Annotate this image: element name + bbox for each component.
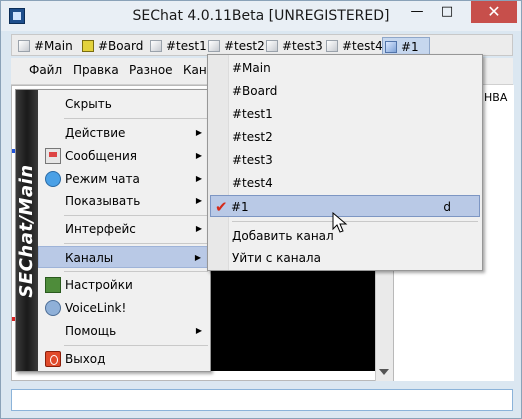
menu-item-interface[interactable]: Интерфейс ▶ xyxy=(38,218,210,240)
voicelink-icon xyxy=(45,300,61,316)
channel-item-label: #test4 xyxy=(232,176,273,190)
menu-separator xyxy=(64,215,208,216)
menu-item-label: Добавить канал xyxy=(232,229,334,243)
main-menu: SEChat/Main Скрыть Действие ▶ Сообщения … xyxy=(15,89,211,372)
menu-item-label: Интерфейс xyxy=(65,222,136,236)
tab-test2[interactable]: #test2 xyxy=(206,37,265,55)
menu-edit[interactable]: Правка xyxy=(73,63,119,77)
channel-item-label: #test3 xyxy=(232,153,273,167)
title-bar[interactable]: SEChat 4.0.11Beta [UNREGISTERED] — □ ✕ xyxy=(1,1,521,31)
menu-item-label: Помощь xyxy=(65,324,117,338)
settings-icon xyxy=(45,277,61,293)
chat-mode-icon xyxy=(45,171,61,187)
channel-item-label: #Main xyxy=(232,61,271,75)
channel-tabs: #Main #Board #test1 #test2 #test3 #test4… xyxy=(11,34,513,56)
chat-log[interactable] xyxy=(211,263,375,371)
menu-separator xyxy=(64,345,208,346)
channel-icon xyxy=(326,40,338,52)
menu-item-label: Действие xyxy=(65,126,126,140)
channel-item-board[interactable]: #Board xyxy=(210,80,480,102)
tab-label: #Board xyxy=(98,39,144,53)
menu-item-help[interactable]: Помощь ▶ xyxy=(38,320,210,342)
mouse-cursor-icon xyxy=(332,212,348,233)
submenu-arrow-icon: ▶ xyxy=(195,224,202,233)
tab-board[interactable]: #Board xyxy=(80,37,143,55)
menu-item-voicelink[interactable]: VoiceLink! xyxy=(38,297,210,319)
submenu-arrow-icon: ▶ xyxy=(195,326,202,335)
menu-item-chat-mode[interactable]: Режим чата ▶ xyxy=(38,168,210,190)
menu-item-label: Уйти с канала xyxy=(232,251,321,265)
leave-channel-item[interactable]: Уйти с канала xyxy=(210,247,480,269)
submenu-arrow-icon: ▶ xyxy=(195,196,202,205)
menu-item-hide[interactable]: Скрыть xyxy=(38,93,210,115)
messages-icon xyxy=(45,148,61,164)
channel-item-label: #1 xyxy=(231,200,249,214)
user-list-header: НВА xyxy=(484,91,508,104)
channel-icon xyxy=(150,40,162,52)
tab-label: #test4 xyxy=(342,39,383,53)
menu-item-action[interactable]: Действие ▶ xyxy=(38,122,210,144)
exit-icon xyxy=(45,351,61,367)
channel-item-label: #test1 xyxy=(232,107,273,121)
menu-file[interactable]: Файл xyxy=(29,63,62,77)
menu-separator xyxy=(232,221,478,222)
minimize-button[interactable]: — xyxy=(403,1,431,23)
menu-item-channels[interactable]: Каналы ▶ xyxy=(38,246,210,268)
tab-test1[interactable]: #test1 xyxy=(148,37,207,55)
tab-label: #1 xyxy=(401,40,419,54)
channel-item-label: #Board xyxy=(232,84,278,98)
menu-item-exit[interactable]: Выход xyxy=(38,348,210,370)
tab-label: #Main xyxy=(34,39,73,53)
menu-separator xyxy=(64,271,208,272)
channel-item-test1[interactable]: #test1 xyxy=(210,103,480,125)
banner-text: SEChat/Main xyxy=(16,164,37,298)
tab-label: #test3 xyxy=(282,39,323,53)
menu-item-label: VoiceLink! xyxy=(65,301,127,315)
menu-separator xyxy=(64,118,208,119)
channels-submenu: #Main #Board #test1 #test2 #test3 #test4… xyxy=(207,54,483,271)
menu-item-settings[interactable]: Настройки xyxy=(38,274,210,296)
submenu-arrow-icon: ▶ xyxy=(195,174,202,183)
channel-mode: d xyxy=(443,200,451,214)
tab-1[interactable]: #1 xyxy=(382,37,430,55)
message-input[interactable] xyxy=(11,389,513,411)
channel-item-test4[interactable]: #test4 xyxy=(210,172,480,194)
menu-item-show[interactable]: Показывать ▶ xyxy=(38,190,210,212)
submenu-arrow-icon: ▶ xyxy=(195,128,202,137)
tab-main[interactable]: #Main xyxy=(16,37,73,55)
menu-separator xyxy=(64,243,208,244)
channel-icon xyxy=(18,40,30,52)
close-button[interactable]: ✕ xyxy=(471,1,517,23)
board-icon xyxy=(82,40,94,52)
tab-test3[interactable]: #test3 xyxy=(264,37,323,55)
menu-item-messages[interactable]: Сообщения ▶ xyxy=(38,145,210,167)
channel-item-test3[interactable]: #test3 xyxy=(210,149,480,171)
menu-item-label: Каналы xyxy=(65,251,114,265)
menu-misc[interactable]: Разное xyxy=(129,63,173,77)
menu-item-label: Показывать xyxy=(65,194,141,208)
channel-item-main[interactable]: #Main xyxy=(210,57,480,79)
menu-item-label: Настройки xyxy=(65,278,133,292)
submenu-arrow-icon: ▶ xyxy=(195,151,202,160)
channel-active-icon xyxy=(385,41,397,53)
menu-item-label: Скрыть xyxy=(65,97,112,111)
tab-test4[interactable]: #test4 xyxy=(324,37,383,55)
channel-item-label: #test2 xyxy=(232,130,273,144)
submenu-arrow-icon: ▶ xyxy=(194,253,201,262)
channel-icon xyxy=(208,40,220,52)
menu-banner: SEChat/Main xyxy=(16,90,38,371)
checkmark-icon: ✔ xyxy=(215,198,228,216)
channel-icon xyxy=(266,40,278,52)
tab-label: #test1 xyxy=(166,39,207,53)
tab-label: #test2 xyxy=(224,39,265,53)
menu-item-label: Выход xyxy=(65,352,106,366)
channel-item-test2[interactable]: #test2 xyxy=(210,126,480,148)
menu-item-label: Сообщения xyxy=(65,149,138,163)
maximize-button[interactable]: □ xyxy=(433,1,461,23)
scroll-down-icon[interactable] xyxy=(379,369,389,375)
menu-item-label: Режим чата xyxy=(65,172,140,186)
